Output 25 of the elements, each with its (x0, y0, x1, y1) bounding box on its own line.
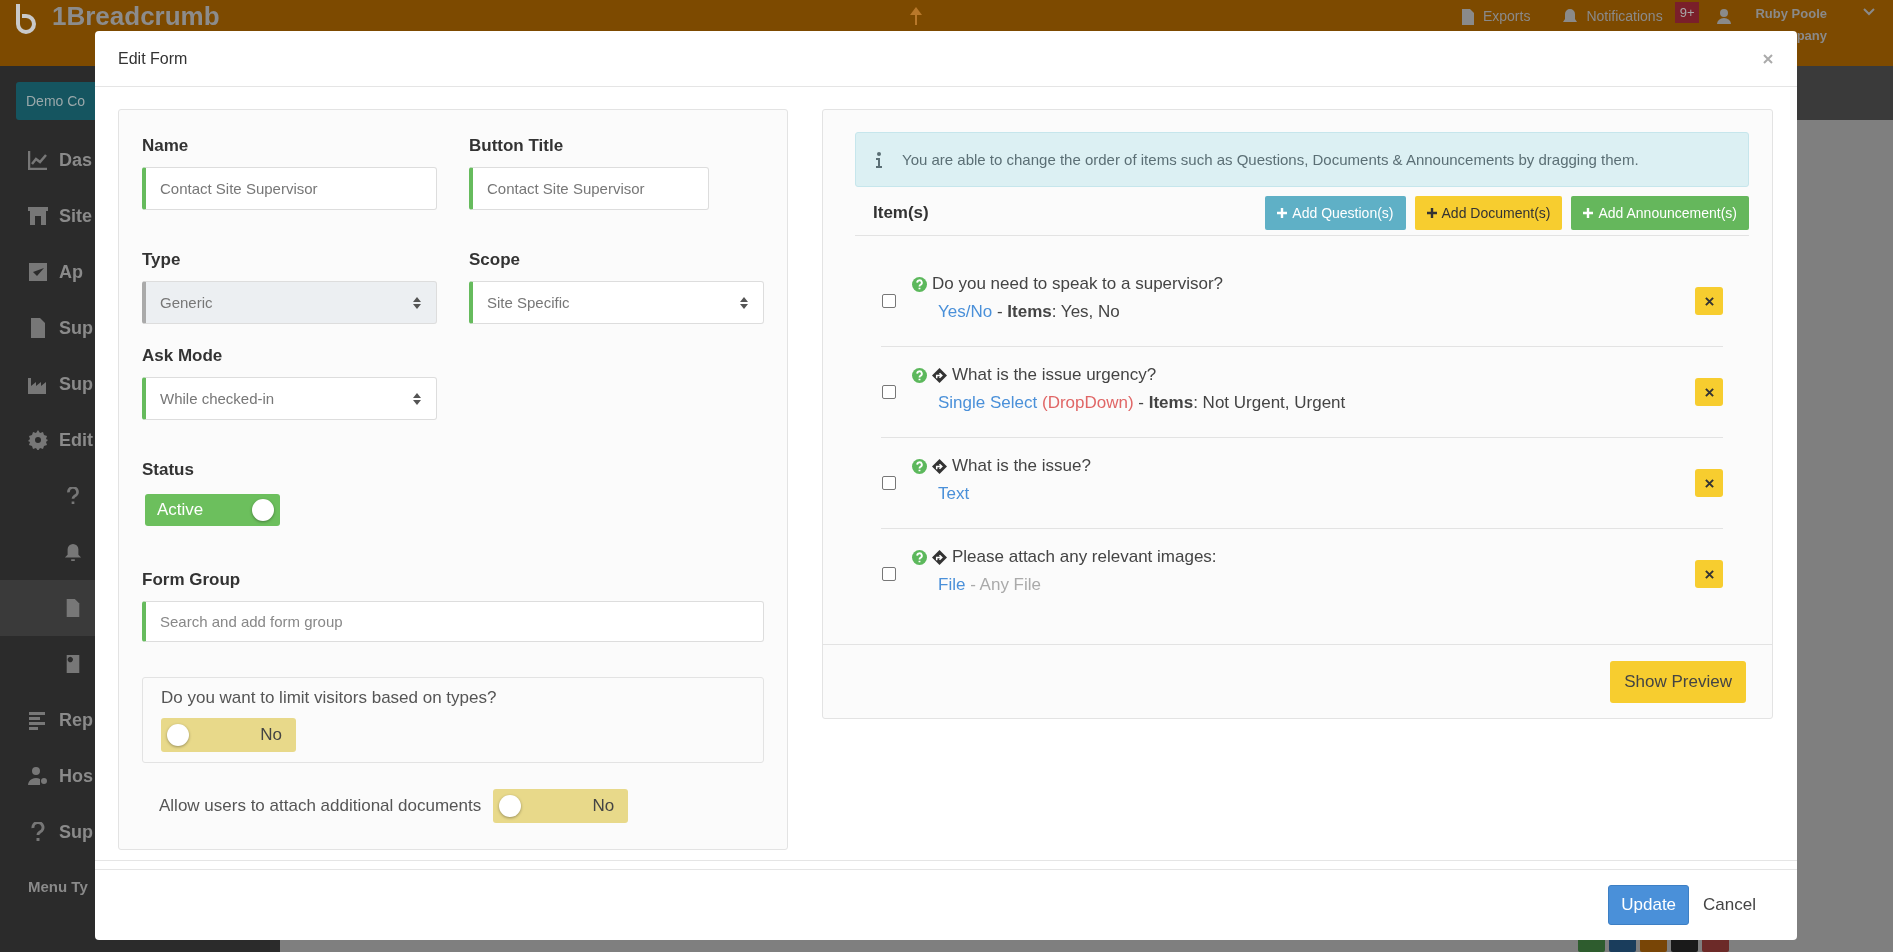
app-logo: 1Breadcrumb (52, 2, 220, 30)
field-label: Scope (469, 250, 522, 270)
field-label: Name (142, 136, 190, 156)
field-label: Type (142, 250, 182, 270)
question-details: Single Select (DropDown) - Items: Not Urgent, Urgent (937, 393, 1347, 413)
question-details: Text (937, 484, 971, 504)
question-text: Please attach any relevant images: (952, 547, 1217, 567)
field-label: Button Title (469, 136, 565, 156)
question-details: File - Any File (937, 575, 1042, 595)
menu-type-label: Menu Ty (27, 877, 89, 895)
question-text: What is the issue? (952, 456, 1091, 476)
field-label: Status (142, 460, 195, 480)
info-message: You are able to change the order of items such as Questions, Documents & Announcements by dragging them. (902, 151, 1639, 168)
question-text: What is the issue urgency? (952, 365, 1157, 385)
limit-visitors-question: Do you want to limit visitors based on types? (161, 688, 498, 708)
notification-count: 9+ (1674, 2, 1700, 23)
user-company: pany (1796, 28, 1827, 44)
modal-title: Edit Form (118, 49, 188, 68)
field-label: Form Group (142, 570, 242, 591)
attach-documents-label: Allow users to attach additional documents (159, 796, 482, 816)
question-details: Yes/No - Items: Yes, No (937, 302, 1121, 322)
question-text: Do you need to speak to a supervisor? (932, 274, 1224, 294)
field-label: Ask Mode (142, 346, 224, 366)
items-heading: Item(s) (873, 203, 929, 223)
user-name: Ruby Poole (1755, 6, 1827, 22)
